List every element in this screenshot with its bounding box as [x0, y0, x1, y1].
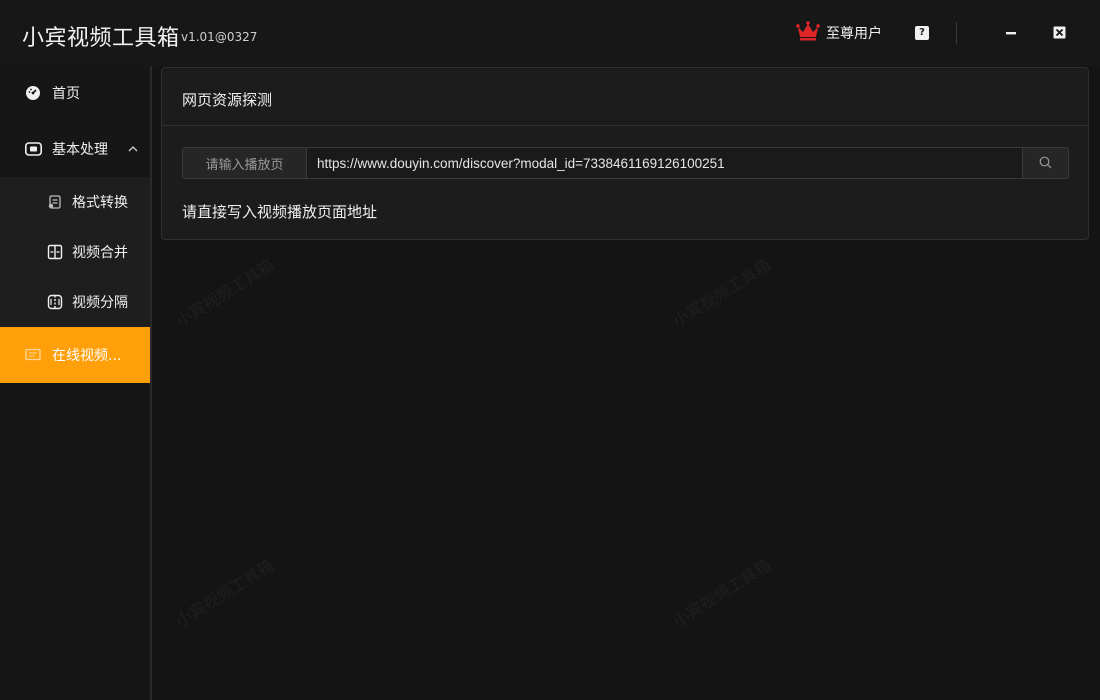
panel-divider: [162, 125, 1088, 126]
dashboard-icon: [24, 84, 42, 102]
watermark: 小宾视频工具箱: [172, 555, 278, 632]
sidebar-item-online-video[interactable]: 在线视频...: [0, 327, 150, 383]
crown-icon: [796, 21, 820, 45]
sidebar: 首页 基本处理 格式转换 视频合并 视频分隔 在线视频...: [0, 66, 150, 700]
sidebar-item-label: 首页: [52, 86, 80, 102]
help-icon[interactable]: ?: [915, 26, 929, 40]
minimize-icon: [1005, 24, 1017, 43]
close-icon: [1053, 24, 1066, 43]
toolbox-icon: [24, 140, 42, 158]
chevron-up-icon: [128, 141, 138, 157]
sidebar-item-label: 基本处理: [52, 142, 108, 158]
sidebar-item-label: 视频分隔: [72, 295, 128, 311]
sidebar-divider: [150, 66, 152, 700]
search-button[interactable]: [1022, 148, 1068, 178]
url-input-group: 请输入播放页: [182, 147, 1069, 179]
video-split-icon: [46, 293, 64, 311]
sidebar-item-basic-processing[interactable]: 基本处理: [0, 124, 150, 174]
minimize-button[interactable]: [1000, 22, 1022, 44]
watermark: 小宾视频工具箱: [669, 255, 775, 332]
app-title: 小宾视频工具箱: [22, 26, 180, 51]
format-convert-icon: [46, 193, 64, 211]
sidebar-item-label: 在线视频...: [52, 348, 122, 364]
watermark: 小宾视频工具箱: [172, 255, 278, 332]
panel-title: 网页资源探测: [182, 91, 273, 109]
sidebar-item-video-merge[interactable]: 视频合并: [0, 227, 150, 277]
sidebar-item-format-convert[interactable]: 格式转换: [0, 177, 150, 227]
resource-detect-panel: 网页资源探测 请输入播放页 请直接写入视频播放页面地址: [161, 67, 1089, 240]
url-input[interactable]: [307, 148, 1022, 178]
search-icon: [1039, 154, 1052, 173]
vip-user-button[interactable]: 至尊用户: [796, 21, 882, 45]
sidebar-item-home[interactable]: 首页: [0, 68, 150, 118]
video-merge-icon: [46, 243, 64, 261]
sidebar-item-label: 格式转换: [72, 195, 128, 211]
title-bar: 小宾视频工具箱 v1.01@0327 至尊用户 ?: [0, 0, 1100, 66]
app-version: v1.01@0327: [181, 30, 258, 44]
url-prefix-label: 请输入播放页: [183, 148, 307, 178]
close-button[interactable]: [1048, 22, 1070, 44]
titlebar-divider: [956, 22, 957, 44]
sidebar-item-label: 视频合并: [72, 245, 128, 261]
vip-label: 至尊用户: [826, 26, 882, 42]
hint-text: 请直接写入视频播放页面地址: [182, 203, 378, 221]
watermark: 小宾视频工具箱: [669, 555, 775, 632]
sidebar-item-video-split[interactable]: 视频分隔: [0, 277, 150, 327]
online-video-icon: [24, 346, 42, 364]
